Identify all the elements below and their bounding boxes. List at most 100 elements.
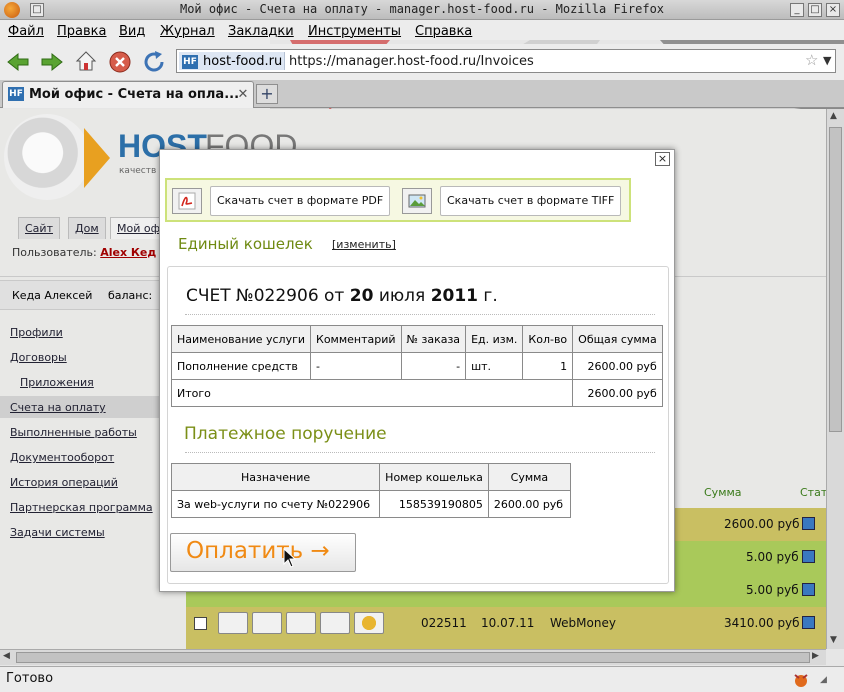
row-checkbox[interactable] [194, 617, 207, 630]
sidebar-item-profiles[interactable]: Профили [10, 326, 63, 339]
maximize-button[interactable]: □ [808, 3, 822, 17]
horizontal-scrollbar[interactable]: ◀ ▶ [0, 649, 826, 665]
invoice-year-suffix: г. [483, 286, 498, 306]
menu-history[interactable]: Журнал [160, 24, 215, 39]
site-favicon: HF [182, 55, 198, 69]
minimize-button[interactable]: _ [790, 3, 804, 17]
sidebar-item-completed-works[interactable]: Выполненные работы [10, 426, 137, 439]
page-tab-site[interactable]: Сайт [18, 217, 60, 239]
info-icon[interactable] [218, 612, 248, 634]
row-sum: 5.00 руб [746, 550, 799, 564]
pdf-download-icon-button[interactable] [172, 188, 202, 214]
scroll-left-icon[interactable]: ◀ [3, 651, 10, 661]
new-tab-button[interactable]: + [256, 84, 278, 104]
row-sum: 2600.00 руб [724, 517, 800, 531]
pdf-icon[interactable] [286, 612, 316, 634]
payment-order-table: Назначение Номер кошелька Сумма За web-у… [170, 463, 572, 518]
row-date: 10.07.11 [481, 616, 535, 630]
reload-icon[interactable] [142, 50, 166, 74]
address-bar[interactable]: HF host-food.ru https://manager.host-foo… [176, 49, 836, 73]
stop-icon[interactable] [108, 50, 132, 74]
invoice-divider [185, 314, 655, 315]
status-icon[interactable] [802, 583, 815, 596]
status-icon[interactable] [802, 550, 815, 563]
bookmark-star-icon[interactable]: ☆ [805, 51, 818, 69]
menu-file[interactable]: Файл [8, 24, 44, 39]
table-cell: - [310, 352, 402, 380]
modal-close-button[interactable]: × [655, 152, 670, 166]
addon-status-icon[interactable] [792, 671, 810, 689]
table-row[interactable] [186, 640, 826, 649]
back-icon[interactable] [6, 52, 30, 72]
menu-help[interactable]: Справка [415, 24, 472, 39]
wallet-change-link[interactable]: [изменить] [332, 238, 396, 251]
tab-title: Мой офис - Счета на опла... [29, 87, 240, 102]
forward-icon[interactable] [40, 52, 64, 72]
sidebar-item-partner[interactable]: Партнерская программа [10, 501, 153, 514]
tab-close-icon[interactable]: ✕ [235, 87, 251, 103]
column-header: № заказа [400, 325, 467, 353]
menu-edit[interactable]: Правка [57, 24, 106, 39]
table-cell: 1 [522, 352, 574, 380]
download-pdf-button[interactable]: Скачать счет в формате PDF [210, 186, 391, 216]
sidebar-item-tasks[interactable]: Задачи системы [10, 526, 105, 539]
vertical-scrollbar[interactable]: ▲ ▼ [826, 109, 844, 649]
column-sum-header: Сумма [704, 486, 742, 499]
user-name-link[interactable]: Alex Кед [100, 246, 156, 259]
user-full-name: Кеда Алексей [12, 289, 93, 302]
scroll-right-icon[interactable]: ▶ [812, 651, 819, 661]
vertical-scroll-thumb[interactable] [829, 127, 842, 432]
menu-tools[interactable]: Инструменты [308, 24, 401, 39]
status-icon[interactable] [802, 616, 815, 629]
row-sum: 3410.00 руб [724, 616, 800, 630]
menu-view[interactable]: Вид [119, 24, 145, 39]
status-icon[interactable] [802, 517, 815, 530]
menu-bookmarks[interactable]: Закладки [228, 24, 294, 39]
url-text[interactable]: https://manager.host-food.ru/Invoices [289, 54, 534, 69]
row-number: 022511 [421, 616, 467, 630]
column-header: Сумма [487, 463, 572, 491]
resize-grip-icon[interactable]: ◢ [820, 675, 827, 685]
download-tiff-button[interactable]: Скачать счет в формате TIFF [440, 186, 622, 216]
scroll-up-icon[interactable]: ▲ [830, 111, 837, 121]
pay-button[interactable]: Оплатить → [170, 533, 356, 572]
page-tab-home[interactable]: Дом [68, 217, 106, 239]
image-icon[interactable] [320, 612, 350, 634]
status-text: Готово [6, 671, 54, 686]
invoice-number: СЧЕТ №022906 от [186, 286, 345, 306]
sidebar-item-invoices[interactable]: Счета на оплату [10, 401, 106, 414]
logo-arrow-icon [84, 128, 110, 188]
site-identity-button[interactable]: HF host-food.ru [179, 52, 285, 70]
edit-icon[interactable] [252, 612, 282, 634]
table-cell: За web-услуги по счету №022906 [170, 490, 381, 518]
logo-tagline: качеств [119, 166, 157, 176]
window-close-button[interactable]: × [826, 3, 840, 17]
table-cell: - [400, 352, 467, 380]
wallet-title: Единый кошелек [178, 235, 313, 253]
pay-coin-icon[interactable] [354, 612, 384, 634]
home-icon[interactable] [74, 49, 98, 73]
sidebar-item-contracts[interactable]: Договоры [10, 351, 67, 364]
payment-order-title: Платежное поручение [184, 424, 387, 444]
image-icon [408, 194, 426, 208]
sidebar-item-attachments[interactable]: Приложения [20, 376, 94, 389]
menu-bar: Файл Правка Вид Журнал Закладки Инструме… [0, 20, 844, 130]
tiff-download-icon-button[interactable] [402, 188, 432, 214]
horizontal-scroll-thumb[interactable] [16, 652, 810, 663]
sidebar-item-history[interactable]: История операций [10, 476, 118, 489]
scroll-down-icon[interactable]: ▼ [830, 635, 837, 645]
tab-invoices[interactable]: HF Мой офис - Счета на опла... ✕ [2, 81, 254, 108]
invoice-title: СЧЕТ №022906 от 20 июля 2011 г. [186, 286, 498, 306]
user-label: Пользователь: [12, 246, 97, 259]
column-header: Кол-во [522, 325, 574, 353]
sidebar-item-documents[interactable]: Документооборот [10, 451, 114, 464]
user-line: Пользователь: Alex Кед [12, 246, 156, 259]
invoice-day: 20 [349, 286, 374, 306]
column-header: Ед. изм. [465, 325, 524, 353]
url-dropdown-icon[interactable]: ▼ [823, 54, 831, 67]
table-header-row: Наименование услуги Комментарий № заказа… [170, 325, 663, 353]
user-balance-label: баланс: [108, 289, 153, 302]
user-info-box: Кеда Алексей баланс: [0, 280, 160, 310]
table-cell: 2600.00 руб [487, 490, 572, 518]
total-label: Итого [170, 379, 574, 407]
